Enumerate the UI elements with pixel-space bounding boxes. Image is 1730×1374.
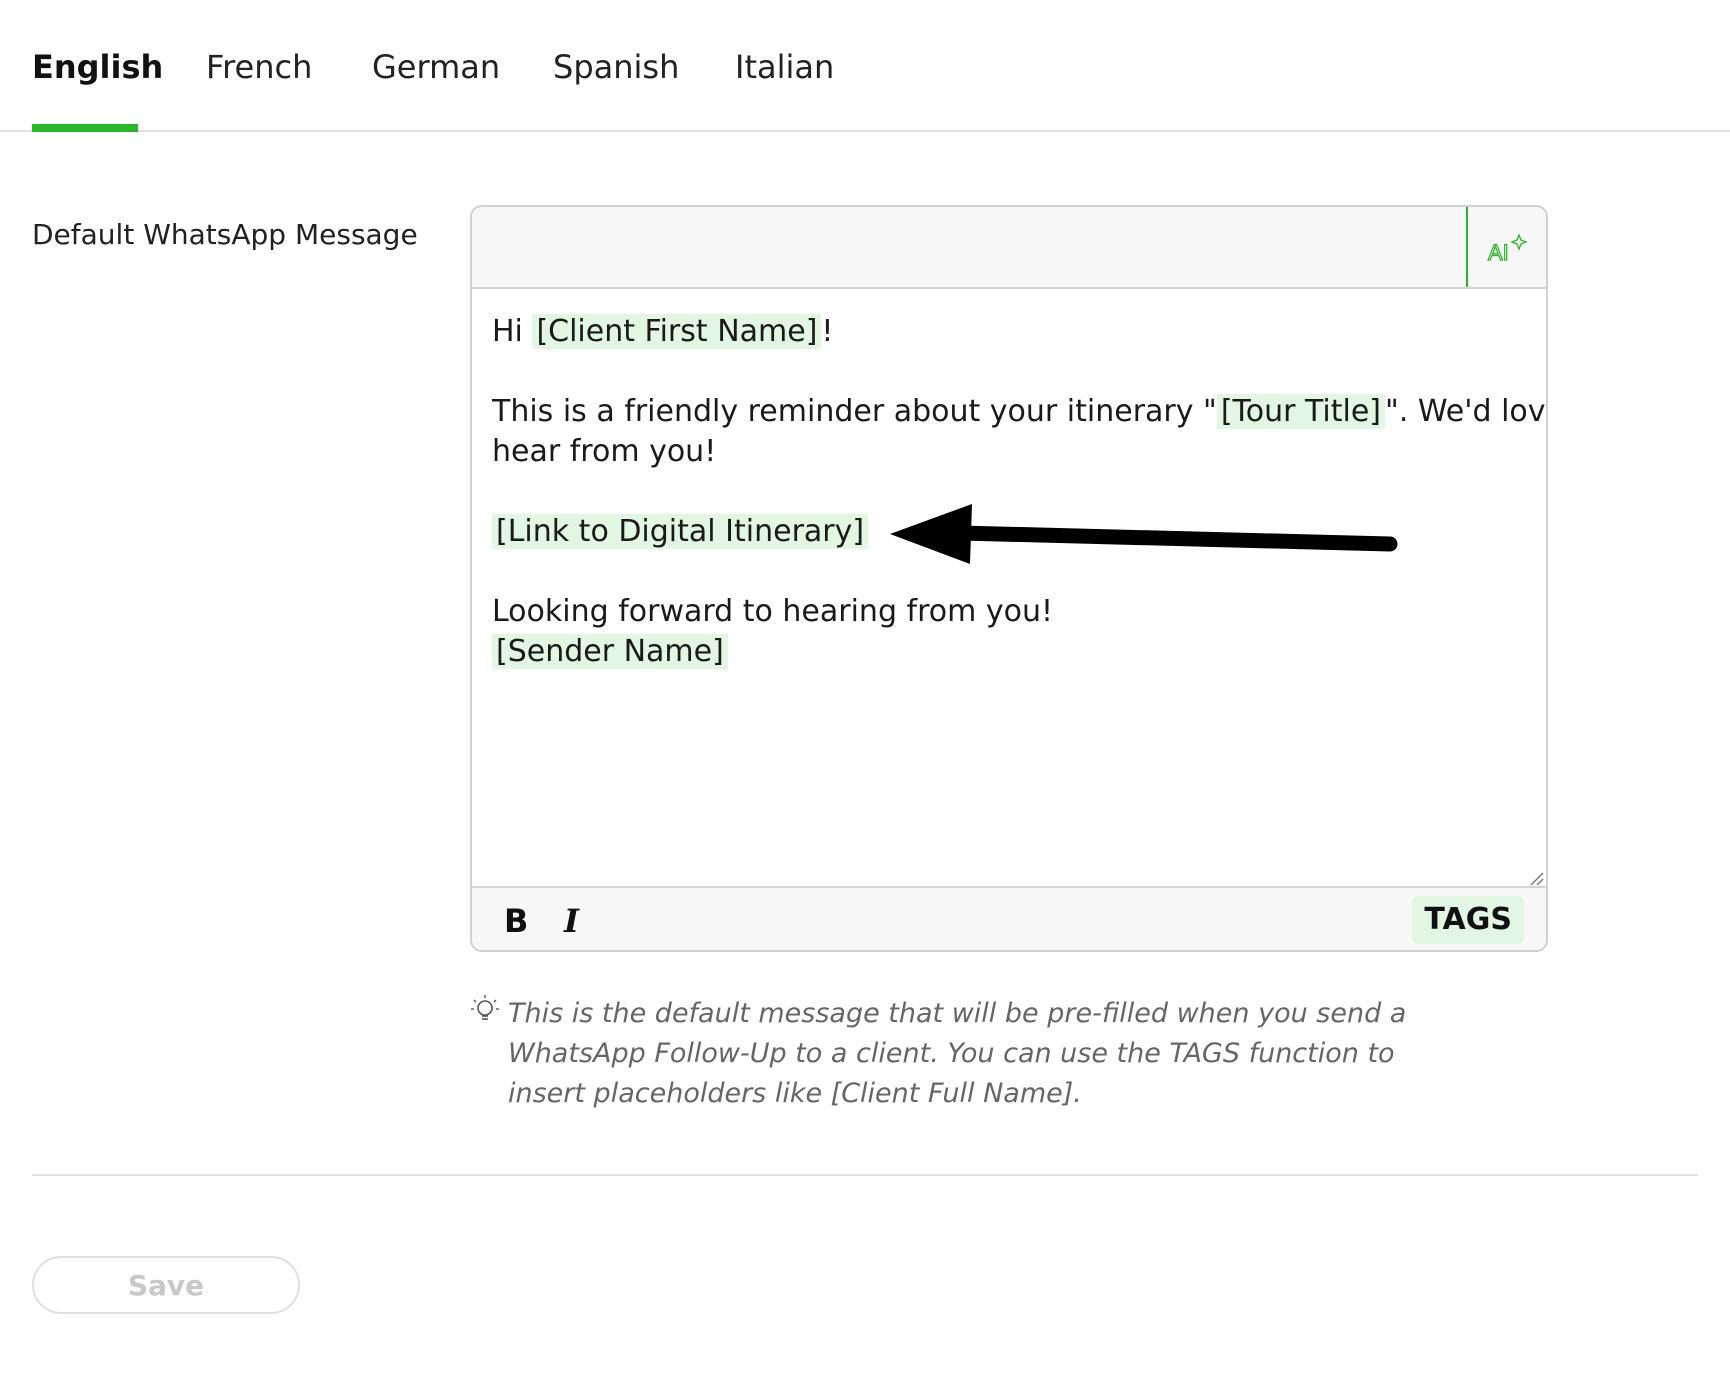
sender-line: [Sender Name] — [492, 632, 1532, 672]
tag-tour-title: [Tour Title] — [1216, 394, 1386, 429]
active-tab-indicator — [32, 124, 138, 132]
tab-french[interactable]: French — [206, 48, 312, 86]
tab-italian[interactable]: Italian — [735, 48, 834, 86]
hint-text: This is the default message that will be… — [508, 998, 1407, 1109]
arrow-left-icon — [890, 504, 1398, 564]
editor-top-bar: AI — [472, 207, 1546, 289]
greeting-prefix: Hi — [492, 314, 533, 349]
tab-spanish[interactable]: Spanish — [553, 48, 679, 86]
language-tabs: English French German Spanish Italian — [0, 0, 1730, 132]
ai-assist-button[interactable]: AI — [1466, 207, 1546, 287]
tag-client-first-name: [Client First Name] — [532, 314, 822, 349]
reminder-line-2: hear from you! — [492, 434, 717, 469]
italic-button[interactable]: I — [564, 902, 579, 940]
editor-toolbar: B I TAGS — [472, 886, 1546, 950]
tag-link-digital-itinerary: [Link to Digital Itinerary] — [492, 514, 869, 549]
section-divider — [32, 1174, 1698, 1176]
closing-line: Looking forward to hearing from you! — [492, 594, 1054, 629]
save-button[interactable]: Save — [32, 1256, 300, 1314]
reminder-prefix: This is a friendly reminder about your i… — [492, 394, 1217, 429]
field-label: Default WhatsApp Message — [32, 218, 418, 251]
tab-german[interactable]: German — [372, 48, 500, 86]
reminder-suffix: ". We'd love to — [1385, 394, 1546, 429]
message-editor: AI Hi [Client First Name]! This is a fri… — [470, 205, 1548, 952]
message-textarea[interactable]: Hi [Client First Name]! This is a friend… — [492, 312, 1546, 672]
svg-text:AI: AI — [1488, 240, 1509, 265]
bold-button[interactable]: B — [504, 902, 528, 940]
reminder-line: This is a friendly reminder about your i… — [492, 392, 1546, 432]
resize-handle[interactable] — [1528, 870, 1544, 886]
lightbulb-icon — [471, 995, 499, 1020]
ai-sparkle-icon: AI — [1487, 233, 1528, 265]
greeting-line: Hi [Client First Name]! — [492, 312, 1532, 352]
tags-button[interactable]: TAGS — [1412, 896, 1524, 944]
tag-sender-name: [Sender Name] — [492, 634, 728, 669]
greeting-suffix: ! — [821, 314, 834, 349]
tab-english[interactable]: English — [32, 48, 163, 86]
